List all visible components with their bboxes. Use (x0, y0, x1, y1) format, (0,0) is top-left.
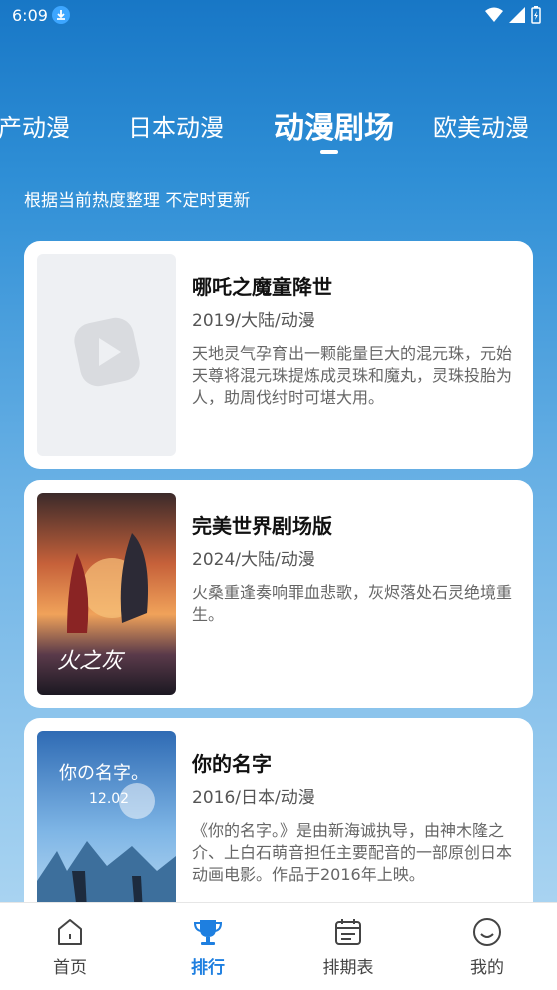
ranking-card[interactable]: 火之灰 完美世界剧场版 2024/大陆/动漫 火桑重逢奏响罪血悲歌，灰烬落处石灵… (24, 480, 533, 708)
nav-schedule-label: 排期表 (322, 958, 374, 978)
nav-home[interactable]: 首页 (20, 915, 120, 978)
nav-ranking[interactable]: 排行 (158, 915, 258, 978)
item-meta: 2016/日本/动漫 (192, 788, 315, 808)
svg-text:你の名字。: 你の名字。 (59, 763, 149, 784)
trophy-icon (193, 920, 223, 945)
calendar-icon (335, 919, 361, 945)
svg-text:火之灰: 火之灰 (57, 649, 126, 674)
item-title: 你的名字 (192, 752, 272, 776)
item-title: 哪吒之魔童降世 (192, 275, 332, 299)
item-meta: 2024/大陆/动漫 (192, 550, 315, 570)
wifi-icon (485, 7, 503, 22)
play-icon (74, 317, 140, 387)
nav-profile-label: 我的 (470, 958, 504, 978)
poster-image: 火之灰 (37, 493, 176, 695)
ranking-card[interactable]: 哪吒之魔童降世 2019/大陆/动漫 天地灵气孕育出一颗能量巨大的混元珠，元始天… (24, 241, 533, 469)
status-time: 6:09 (12, 6, 48, 25)
download-icon (52, 6, 70, 24)
item-description: 天地灵气孕育出一颗能量巨大的混元珠，元始天尊将混元珠提炼成灵珠和魔丸，灵珠投胎为… (192, 344, 513, 407)
home-icon (58, 919, 82, 945)
tab-anime-theater[interactable]: 动漫剧场 (274, 103, 394, 147)
nav-ranking-label: 排行 (191, 958, 225, 978)
tab-japan-anime[interactable]: 日本动漫 (128, 108, 224, 143)
item-meta: 2019/大陆/动漫 (192, 311, 315, 331)
item-title: 完美世界剧场版 (192, 514, 332, 538)
item-description: 火桑重逢奏响罪血悲歌，灰烬落处石灵绝境重生。 (192, 583, 513, 624)
svg-text:12.02: 12.02 (89, 791, 129, 807)
nav-schedule[interactable]: 排期表 (298, 915, 398, 978)
tab-china-anime[interactable]: 国产动漫 (0, 108, 70, 143)
smile-icon (473, 918, 501, 946)
bottom-nav: 首页 排行 排期表 我的 (0, 902, 557, 990)
battery-icon (531, 6, 541, 24)
status-bar: 6:09 (0, 0, 557, 32)
signal-icon (509, 7, 525, 23)
active-tab-indicator (320, 150, 338, 154)
nav-home-label: 首页 (53, 958, 87, 978)
item-description: 《你的名字。》是由新海诚执导，由神木隆之介、上白石萌音担任主要配音的一部原创日本… (192, 821, 513, 884)
tab-western-anime[interactable]: 欧美动漫 (433, 108, 529, 143)
category-tabs: 国产动漫 日本动漫 动漫剧场 欧美动漫 (0, 98, 557, 158)
list-subtitle: 根据当前热度整理 不定时更新 (24, 191, 251, 211)
nav-profile[interactable]: 我的 (437, 915, 537, 978)
poster-placeholder (37, 254, 176, 456)
